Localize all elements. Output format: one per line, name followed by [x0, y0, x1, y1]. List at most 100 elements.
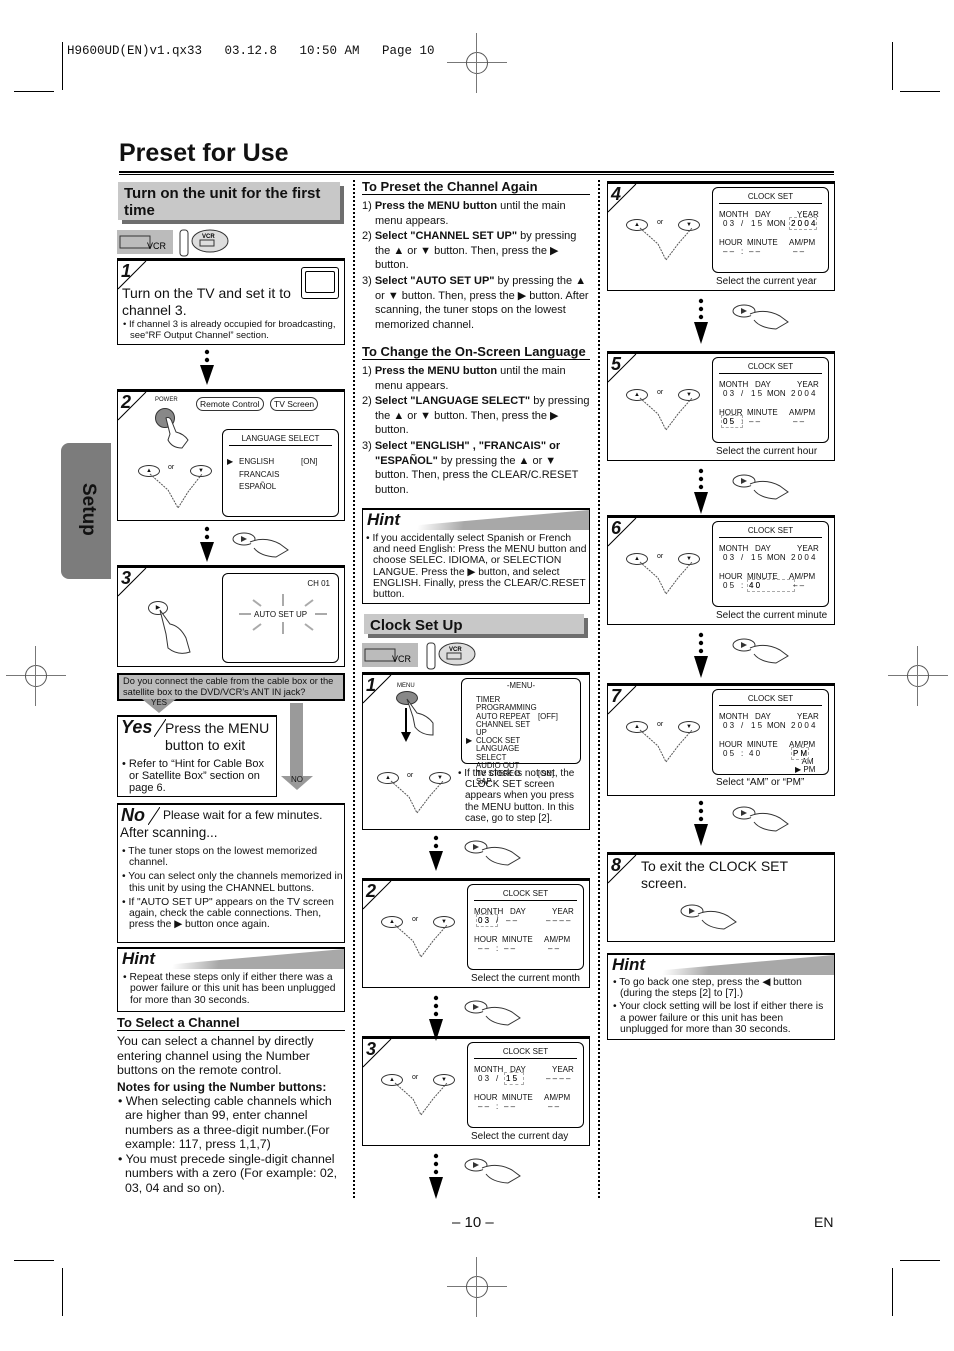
- hint-note: • If you accidentally select Spanish or …: [366, 533, 587, 601]
- time-row: HOUR MINUTE AM/PM 0 5:4 0P M AM ▶ PM: [719, 740, 827, 774]
- month-label: MONTH: [719, 544, 749, 553]
- year-label: YEAR: [797, 712, 819, 721]
- crop-mark: [900, 1260, 940, 1261]
- screen-title: CLOCK SET: [719, 526, 822, 538]
- date-row: MONTH DAY YEAR 0 3/1 5 MON 2 0 0 4: [719, 380, 819, 398]
- play-button-press-icon: [730, 804, 790, 832]
- clock-step-caption: Select “AM” or “PM”: [716, 777, 805, 788]
- clock-set-screen: CLOCK SET MONTH DAY YEAR 0 3/– – – – – – HO…: [467, 884, 584, 970]
- ampm-value: – –: [548, 1102, 560, 1111]
- play-button-press-icon: [678, 902, 738, 930]
- no-arrow: NO: [281, 775, 313, 790]
- page-title: Preset for Use: [119, 139, 289, 167]
- crop-mark: [62, 1268, 63, 1316]
- day-value: 1 5: [751, 721, 763, 730]
- month-value: 0 3: [476, 914, 498, 927]
- crop-mark: [62, 42, 63, 90]
- minute-value: – –: [749, 247, 761, 256]
- minute-value: – –: [749, 417, 761, 426]
- screen-title: CLOCK SET: [719, 192, 822, 204]
- step-number: 3: [118, 568, 148, 598]
- weekday-value: MON: [767, 721, 786, 730]
- hour-value: – –: [478, 1102, 490, 1111]
- time-row: HOUR MINUTE AM/PM – –: – – – –: [474, 935, 571, 953]
- minute-label: MINUTE: [747, 740, 778, 749]
- ampm-label: AM/PM: [789, 740, 816, 749]
- language-select-screen: LANGUAGE SELECT ▶ ENGLISH [ON] FRANCAIS ES…: [222, 429, 339, 517]
- clock-set-screen: CLOCK SET MONTH DAY YEAR 0 3/1 5– – – – HO…: [467, 1042, 584, 1128]
- registration-mark-icon: [447, 1257, 507, 1317]
- no-box: No Please wait for a few minutes. After …: [117, 803, 345, 943]
- yes-heading: Yes: [121, 717, 153, 737]
- day-label: DAY: [755, 380, 771, 389]
- step-number: 2: [118, 392, 148, 422]
- language-option-espanol: ESPAÑOL: [239, 482, 277, 491]
- step-number: 1: [363, 675, 393, 705]
- or-label: or: [412, 1074, 419, 1081]
- language-option-english: ▶ ENGLISH [ON]: [227, 457, 318, 466]
- no-notes: • The tuner stops on the lowest memorize…: [121, 846, 343, 930]
- clock-set-screen: CLOCK SET MONTH DAY YEAR 0 3/1 5 MON 2 0 0 4…: [712, 357, 829, 443]
- play-button-press-icon: [462, 998, 522, 1026]
- down-arrow-icon: [428, 835, 444, 871]
- step-1-note: • If channel 3 is already occupied for b…: [123, 319, 336, 341]
- month-label: MONTH: [719, 210, 749, 219]
- hour-label: HOUR: [719, 238, 743, 247]
- hour-value: 0 5: [723, 581, 735, 590]
- step-8-text: To exit the CLOCK SET screen.: [641, 858, 788, 891]
- remote-vcr-icon: VCR: [178, 229, 230, 257]
- month-value: 0 3: [478, 1074, 490, 1083]
- hand-pointer-icon: [639, 561, 693, 595]
- screen-title: CLOCK SET: [474, 889, 577, 901]
- step-number: 8: [608, 855, 638, 885]
- menu-label: MENU: [397, 683, 415, 689]
- clock-step-caption: Select the current minute: [716, 610, 828, 621]
- clock-step-6-box: 6 ▲ or ▼ CLOCK SET MONTH DAY YEAR 0 3/1 5M…: [607, 515, 835, 625]
- clock-step-8-box: 8 To exit the CLOCK SET screen.: [607, 852, 835, 942]
- screen-title: CLOCK SET: [474, 1047, 577, 1059]
- day-label: DAY: [755, 544, 771, 553]
- preset-again-title: To Preset the Channel Again: [362, 179, 590, 195]
- change-language-steps: 1) Press the MENU button until the main …: [362, 364, 590, 497]
- hint-box-left: Hint • Repeat these steps only if either…: [117, 947, 345, 1012]
- main-menu-screen: -MENU- TIMER PROGRAMMING AUTO REPEAT [OFF]…: [461, 678, 581, 786]
- year-label: YEAR: [797, 544, 819, 553]
- change-language-title: To Change the On-Screen Language: [362, 344, 590, 360]
- year-value: 2 0 0 4: [791, 553, 816, 562]
- down-arrow-icon: [693, 800, 709, 846]
- instruction-step: 3) Select "ENGLISH" , "FRANCAIS" or "ESP…: [362, 439, 579, 496]
- slash-icon: [148, 807, 160, 825]
- yes-label: YES: [151, 698, 168, 707]
- crop-mark: [892, 42, 893, 90]
- no-text: Please wait for a few minutes.: [163, 808, 323, 822]
- remote-control-bubble: Remote Control: [196, 397, 264, 411]
- month-value: 0 3: [723, 389, 735, 398]
- section-heading-first-time: Turn on the unit for the first time: [118, 182, 340, 220]
- auto-setup-screen: CH 01 AUTO SET UP: [222, 573, 339, 663]
- hint-box-language: Hint • If you accidentally select Spanis…: [362, 508, 590, 604]
- step-number: 3: [363, 1039, 393, 1069]
- title-rule: [119, 171, 834, 175]
- year-label: YEAR: [552, 907, 574, 916]
- date-row: MONTH DAY YEAR 0 3/– – – – – –: [474, 907, 574, 927]
- day-label: DAY: [755, 712, 771, 721]
- or-label: or: [657, 553, 664, 560]
- hour-label: HOUR: [719, 408, 743, 417]
- or-label: or: [657, 219, 664, 226]
- language-list: ▶ ENGLISH [ON] FRANCAIS ESPAÑOL: [223, 446, 338, 494]
- month-label: MONTH: [474, 1065, 504, 1074]
- no-arrow-shaft: [290, 703, 303, 779]
- or-label: or: [407, 772, 414, 779]
- day-label: DAY: [510, 1065, 526, 1074]
- play-button-press-icon: [462, 838, 522, 866]
- ampm-value: – –: [793, 417, 805, 426]
- down-arrow-icon: [401, 708, 411, 742]
- vcr-button-icon: VCR: [362, 643, 418, 667]
- channel-readout: CH 01: [307, 579, 330, 588]
- day-value: 1 5: [504, 1072, 524, 1085]
- side-tab-label: Setup: [78, 483, 99, 536]
- day-value: – –: [506, 916, 518, 925]
- hint-note: • To go back one step, press the ◀ butto…: [613, 977, 802, 1000]
- hint-box-clock: Hint • To go back one step, press the ◀ …: [607, 953, 835, 1040]
- minute-value: 4 0: [749, 749, 761, 758]
